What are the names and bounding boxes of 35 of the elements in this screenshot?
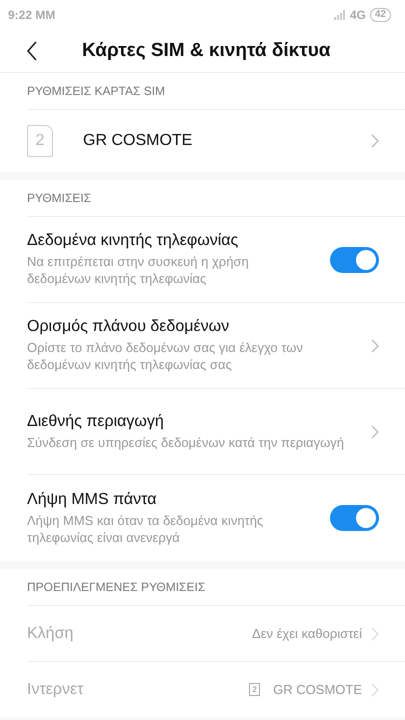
setting-label: Κλήση <box>27 624 74 642</box>
setting-row[interactable]: Διεθνής περιαγωγή Σύνδεση σε υπηρεσίες δεδομένων κατά την περιαγωγή <box>27 389 405 475</box>
setting-row[interactable]: Ορισμός πλάνου δεδομένων Ορίστε το πλάνο δεδομένων σας για έλεγχο των δεδομένων κινητής τηλεφωνίας σας <box>27 303 405 389</box>
setting-description: Ορίστε το πλάνο δεδομένων σας για έλεγχο των δεδομένων κινητής τηλεφωνίας σας <box>27 339 304 373</box>
setting-label: Δεδομένα κινητής τηλεφωνίας <box>27 232 240 250</box>
sim-card-row[interactable]: 2 GR COSMOTE <box>27 110 405 172</box>
toggle-switch[interactable] <box>330 246 379 272</box>
setting-description: Λήψη MMS και όταν τα δεδομένα κινητής τηλεφωνίας είναι ανενεργά <box>27 512 264 546</box>
setting-value: GR COSMOTE <box>273 682 362 697</box>
toggle-switch[interactable] <box>330 505 379 531</box>
section-header: ΡΥΘΜΙΣΕΙΣ <box>27 180 405 217</box>
setting-label: Διεθνής περιαγωγή <box>27 412 165 430</box>
section-header: ΠΡΟΕΠΙΛΕΓΜΕΝΕΣ ΡΥΘΜΙΣΕΙΣ <box>27 569 405 606</box>
status-time: 9:22 MM <box>8 8 56 22</box>
network-type: 4G <box>350 8 366 22</box>
setting-description: Να επιτρέπεται στην συσκευή η χρήση δεδομένων κινητής τηλεφωνίας <box>27 253 250 287</box>
setting-description: Σύνδεση σε υπηρεσίες δεδομένων κατά την περιαγωγή <box>27 434 345 450</box>
page-title: Κάρτες SIM & κινητά δίκτυα <box>82 40 330 62</box>
setting-label: Ιντερνετ <box>27 680 84 698</box>
chevron-icon <box>371 626 379 640</box>
battery-level: 42 <box>370 8 391 22</box>
sim-card-icon: 2 <box>27 125 53 157</box>
chevron-icon <box>371 134 379 148</box>
chevron-icon <box>371 424 379 438</box>
setting-row[interactable]: Δεδομένα κινητής τηλεφωνίας Να επιτρέπεται στην συσκευή η χρήση δεδομένων κινητής τηλεφωνίας <box>27 217 405 303</box>
setting-value: Δεν έχει καθοριστεί <box>252 626 362 641</box>
setting-row[interactable]: Λήψη MMS πάντα Λήψη MMS και όταν τα δεδομένα κινητής τηλεφωνίας είναι ανενεργά <box>27 475 405 561</box>
setting-label: Ορισμός πλάνου δεδομένων <box>27 318 230 336</box>
signal-icon <box>334 10 346 20</box>
sim-label: GR COSMOTE <box>83 132 194 150</box>
setting-label: Λήψη MMS πάντα <box>27 490 158 508</box>
section-header: ΡΥΘΜΙΣΕΙΣ ΚΑΡΤΑΣ SIM <box>27 73 405 110</box>
chevron-icon <box>371 338 379 352</box>
sim-card-icon: 2 <box>249 683 260 696</box>
chevron-icon <box>371 682 379 696</box>
